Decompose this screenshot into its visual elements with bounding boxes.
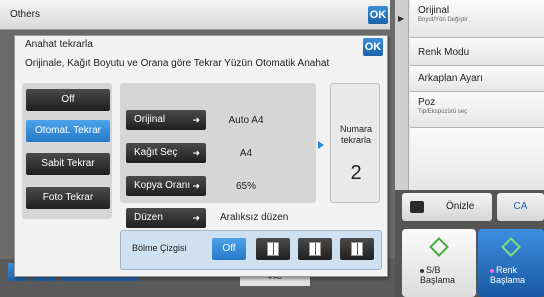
start-bw-button[interactable]: S/B Başlama xyxy=(402,229,476,297)
preview-label: Önizle xyxy=(446,201,475,212)
dialog-ok-button[interactable]: OK xyxy=(363,38,383,56)
top-bar: Others OK xyxy=(0,0,390,30)
preview-button[interactable]: Önizle xyxy=(402,193,492,221)
start-color-label: Renk Başlama xyxy=(490,265,526,285)
arrow-right-icon xyxy=(318,141,324,149)
menu-item-background[interactable]: Arkaplan Ayarı xyxy=(410,66,544,92)
repeat-count-value: 2 xyxy=(350,162,362,184)
divider-line-option-3[interactable] xyxy=(340,238,374,260)
mode-photo-repeat-button[interactable]: Foto Tekrar xyxy=(26,187,110,209)
layout-value: Aralıksız düzen xyxy=(220,212,289,223)
menu-item-original-label: Orijinal xyxy=(418,5,450,16)
menu-item-color-mode[interactable]: Renk Modu xyxy=(410,38,544,66)
mode-fixed-repeat-button[interactable]: Sabit Tekrar xyxy=(26,153,110,175)
top-ok-button[interactable]: OK xyxy=(368,6,388,24)
page-divider-icon xyxy=(351,242,363,256)
arrow-right-icon: ➜ xyxy=(192,115,200,125)
original-setting-button[interactable]: Orijinal ➜ xyxy=(126,110,206,130)
arrow-right-icon: ➜ xyxy=(192,181,200,191)
paper-select-button[interactable]: Kağıt Seç ➜ xyxy=(126,143,206,163)
repeat-count-label: Numara tekrarla xyxy=(339,124,372,145)
menu-item-empty xyxy=(410,128,544,190)
mode-auto-repeat-button[interactable]: Otomat. Tekrar xyxy=(26,120,110,142)
dialog-description: Orijinale, Kağıt Boyutu ve Orana göre Te… xyxy=(25,58,330,69)
start-color-button[interactable]: Renk Başlama xyxy=(478,229,544,297)
page-divider-icon xyxy=(267,242,279,256)
preview-icon xyxy=(410,201,424,213)
original-setting-value: Auto A4 xyxy=(228,115,264,126)
arrow-right-icon: ➜ xyxy=(192,148,200,158)
original-setting-label: Orijinal xyxy=(134,114,166,125)
divider-line-option-1[interactable] xyxy=(256,238,290,260)
menu-item-background-label: Arkaplan Ayarı xyxy=(418,73,483,84)
page-divider-icon xyxy=(309,242,321,256)
mode-off-button[interactable]: Off xyxy=(26,89,110,111)
divider-line-option-2[interactable] xyxy=(298,238,332,260)
arrow-right-icon: ➜ xyxy=(192,213,200,223)
layout-label: Düzen xyxy=(134,212,163,223)
screen-title: Others xyxy=(10,9,41,20)
start-diamond-icon xyxy=(429,237,449,257)
copy-ratio-label: Kopya Oranı xyxy=(134,180,191,191)
repeat-count-panel: Numara tekrarla 2 xyxy=(330,83,380,203)
menu-item-exposure[interactable]: Poz Tip/Ekspozürü seç xyxy=(410,92,544,128)
paper-select-value: A4 xyxy=(239,148,253,159)
layout-button[interactable]: Düzen ➜ xyxy=(126,208,206,228)
dialog-title: Anahat tekrarla xyxy=(25,39,93,50)
copy-ratio-button[interactable]: Kopya Oranı ➜ xyxy=(126,176,206,196)
menu-item-exposure-sublabel: Tip/Ekspozürü seç xyxy=(418,109,468,115)
menu-item-original-sublabel: Boyut/Yön Değiştir xyxy=(418,17,468,23)
menu-item-exposure-label: Poz xyxy=(418,97,436,108)
divider-line-off-button[interactable]: Off xyxy=(212,238,246,260)
play-arrow-icon: ▶ xyxy=(398,14,405,23)
divider-line-label: Bölme Çizgisi xyxy=(132,243,187,253)
copy-ratio-value: 65% xyxy=(235,181,256,192)
paper-select-label: Kağıt Seç xyxy=(134,147,178,158)
menu-item-original[interactable]: Orijinal Boyut/Yön Değiştir xyxy=(410,0,544,38)
start-diamond-icon xyxy=(501,237,521,257)
right-panel-handle[interactable]: ▶ xyxy=(395,0,409,190)
menu-item-color-mode-label: Renk Modu xyxy=(418,47,470,58)
start-bw-label: S/B Başlama xyxy=(420,265,456,285)
clear-all-button[interactable]: CA xyxy=(497,193,544,221)
